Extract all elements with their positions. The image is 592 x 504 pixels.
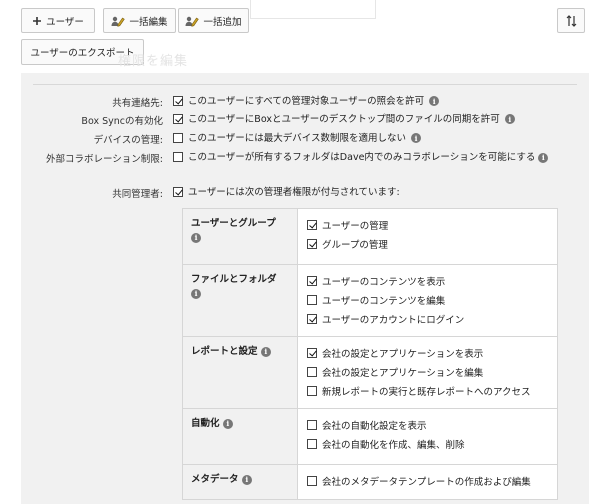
perm-option-label: 会社の自動化を作成、編集、削除: [322, 439, 465, 451]
info-icon[interactable]: i: [504, 114, 515, 124]
perm-option[interactable]: ユーザーの管理: [307, 215, 557, 234]
perm-group-name: 自動化 i: [183, 409, 298, 464]
perm-checkbox[interactable]: [307, 385, 317, 396]
perm-group-metadata: メタデータ i 会社のメタデータテンプレートの作成および編集: [183, 465, 557, 499]
perm-options: ユーザーの管理 グループの管理: [298, 209, 557, 264]
bulk-edit-button[interactable]: 一括編集: [103, 8, 176, 33]
add-user-label: ユーザー: [46, 16, 84, 28]
setting-external-collab: このユーザーが所有するフォルダはDave内でのみコラボレーションを可能にする i: [173, 151, 553, 164]
info-icon[interactable]: i: [260, 346, 271, 357]
shared-contacts-checkbox[interactable]: [173, 96, 183, 106]
setting-label-external-collab: 外部コラボレーション制限:: [45, 154, 163, 165]
add-user-button[interactable]: ユーザー: [21, 8, 95, 33]
perm-group-files-folders: ファイルとフォルダ i ユーザーのコンテンツを表示 ユーザーのコンテンツを編集 …: [183, 265, 557, 337]
perm-group-name: ユーザーとグループ i: [183, 209, 298, 264]
perm-group-name: メタデータ i: [183, 465, 298, 499]
setting-co-admin: ユーザーには次の管理者権限が付与されています:: [173, 186, 400, 199]
perm-option-label: 会社の設定とアプリケーションを表示: [322, 348, 484, 360]
perm-options: 会社の自動化設定を表示 会社の自動化を作成、編集、削除: [298, 409, 557, 464]
perm-option-label: 会社の設定とアプリケーションを編集: [322, 367, 484, 379]
permissions-panel: 共有連絡先: このユーザーにすべての管理対象ユーザーの照会を許可 i Box S…: [21, 73, 589, 504]
perm-group-name: レポートと設定 i: [183, 337, 298, 408]
perm-checkbox[interactable]: [307, 347, 317, 358]
perm-option-label: 会社の自動化設定を表示: [322, 420, 427, 432]
perm-option[interactable]: 会社の自動化を作成、編集、削除: [307, 434, 557, 453]
perm-checkbox[interactable]: [307, 219, 317, 230]
perm-group-users-groups: ユーザーとグループ i ユーザーの管理 グループの管理: [183, 209, 557, 265]
perm-checkbox[interactable]: [307, 419, 317, 430]
perm-checkbox[interactable]: [307, 275, 317, 286]
bulk-add-button[interactable]: 一括追加: [178, 8, 249, 33]
perm-option[interactable]: 会社の自動化設定を表示: [307, 415, 557, 434]
perm-checkbox[interactable]: [307, 475, 317, 486]
admin-permissions-table: ユーザーとグループ i ユーザーの管理 グループの管理 ファイルとフォルダ i …: [182, 208, 558, 500]
external-collab-checkbox[interactable]: [173, 152, 183, 162]
perm-checkbox[interactable]: [307, 438, 317, 449]
section-title: 権限を編集: [118, 54, 189, 69]
perm-option-label: 会社のメタデータテンプレートの作成および編集: [322, 476, 531, 488]
bulk-add-label: 一括追加: [203, 16, 242, 28]
perm-option-label: 新規レポートの実行と既存レポートへのアクセス: [322, 386, 531, 398]
perm-option[interactable]: ユーザーのコンテンツを編集: [307, 290, 557, 309]
info-icon[interactable]: i: [241, 474, 252, 485]
info-icon[interactable]: i: [191, 232, 201, 243]
perm-option[interactable]: ユーザーのアカウントにログイン: [307, 309, 557, 328]
perm-checkbox[interactable]: [307, 313, 317, 324]
setting-shared-contacts: このユーザーにすべての管理対象ユーザーの照会を許可 i: [173, 95, 440, 108]
info-icon[interactable]: i: [191, 288, 201, 299]
pencil-people-icon: [111, 15, 126, 27]
perm-checkbox[interactable]: [307, 294, 317, 305]
perm-option-label: ユーザーの管理: [322, 220, 389, 232]
perm-group-reports-settings: レポートと設定 i 会社の設定とアプリケーションを表示 会社の設定とアプリケーシ…: [183, 337, 557, 409]
perm-option[interactable]: グループの管理: [307, 234, 557, 253]
info-icon[interactable]: i: [411, 133, 422, 143]
setting-label-box-sync: Box Syncの有効化: [81, 116, 163, 127]
shared-contacts-text: このユーザーにすべての管理対象ユーザーの照会を許可: [188, 96, 425, 107]
setting-box-sync: このユーザーにBoxとユーザーのデスクトップ間のファイルの同期を許可 i: [173, 113, 515, 126]
external-collab-text: このユーザーが所有するフォルダはDave内でのみコラボレーションを可能にする i: [188, 151, 550, 164]
perm-options: ユーザーのコンテンツを表示 ユーザーのコンテンツを編集 ユーザーのアカウントにロ…: [298, 265, 557, 336]
setting-label-device: デバイスの管理:: [93, 135, 163, 146]
perm-group-automation: 自動化 i 会社の自動化設定を表示 会社の自動化を作成、編集、削除: [183, 409, 557, 465]
perm-option[interactable]: 会社のメタデータテンプレートの作成および編集: [307, 471, 557, 490]
box-sync-checkbox[interactable]: [173, 114, 183, 124]
device-limit-text: このユーザーには最大デバイス数制限を適用しない: [188, 133, 407, 144]
pencil-people-icon: [185, 15, 200, 27]
perm-option[interactable]: ユーザーのコンテンツを表示: [307, 271, 557, 290]
perm-option[interactable]: 会社の設定とアプリケーションを表示: [307, 343, 557, 362]
co-admin-checkbox[interactable]: [173, 187, 183, 197]
perm-option[interactable]: 新規レポートの実行と既存レポートへのアクセス: [307, 381, 557, 400]
perm-checkbox[interactable]: [307, 238, 317, 249]
perm-group-name: ファイルとフォルダ i: [183, 265, 298, 336]
device-limit-checkbox[interactable]: [173, 133, 183, 143]
perm-option[interactable]: 会社の設定とアプリケーションを編集: [307, 362, 557, 381]
background-panel-edge: [250, 0, 376, 19]
info-icon[interactable]: i: [538, 152, 549, 163]
divider: [33, 84, 577, 85]
setting-label-co-admin: 共同管理者:: [112, 189, 163, 200]
perm-option-label: ユーザーのコンテンツを編集: [322, 295, 446, 307]
setting-label-shared-contacts: 共有連絡先:: [112, 98, 163, 109]
perm-option-label: ユーザーのアカウントにログイン: [322, 314, 465, 326]
bulk-edit-label: 一括編集: [129, 16, 168, 28]
co-admin-text: ユーザーには次の管理者権限が付与されています:: [188, 187, 400, 198]
perm-options: 会社のメタデータテンプレートの作成および編集: [298, 465, 557, 499]
info-icon[interactable]: i: [429, 96, 440, 106]
sort-arrows-icon: [566, 14, 577, 27]
box-sync-text: このユーザーにBoxとユーザーのデスクトップ間のファイルの同期を許可: [188, 114, 500, 125]
perm-option-label: ユーザーのコンテンツを表示: [322, 276, 446, 288]
info-icon[interactable]: i: [222, 418, 233, 429]
sort-button[interactable]: [557, 8, 585, 33]
setting-device: このユーザーには最大デバイス数制限を適用しない i: [173, 132, 422, 145]
perm-option-label: グループの管理: [322, 239, 388, 251]
perm-checkbox[interactable]: [307, 366, 317, 377]
plus-icon: [32, 16, 42, 26]
perm-options: 会社の設定とアプリケーションを表示 会社の設定とアプリケーションを編集 新規レポ…: [298, 337, 557, 408]
